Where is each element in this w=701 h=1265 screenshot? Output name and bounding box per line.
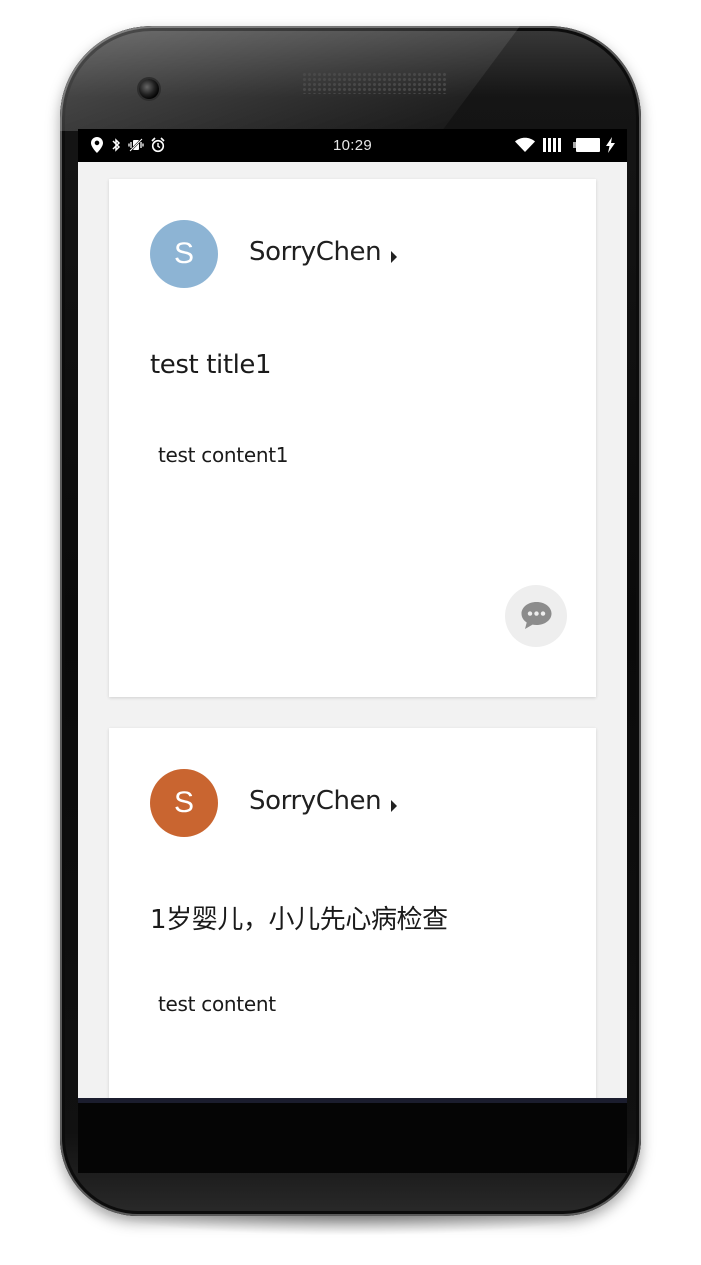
comment-button[interactable] — [505, 585, 567, 647]
post-content: test content1 — [158, 443, 289, 467]
post-card[interactable]: S SorryChen 1岁婴儿，小儿先心病检查 test content — [109, 728, 596, 1103]
front-camera — [139, 79, 159, 99]
wifi-icon — [515, 137, 535, 152]
signal-icon — [543, 138, 561, 152]
caret-right-icon[interactable] — [391, 251, 397, 263]
author-avatar[interactable]: S — [150, 220, 218, 288]
charging-icon — [606, 137, 615, 153]
post-content: test content — [158, 992, 276, 1016]
author-name[interactable]: SorryChen — [249, 786, 382, 816]
author-name[interactable]: SorryChen — [249, 237, 382, 267]
battery-icon — [573, 138, 600, 152]
comment-icon — [521, 602, 552, 629]
post-card[interactable]: S SorryChen test title1 test content1 — [109, 179, 596, 697]
phone-glare — [60, 26, 520, 131]
author-avatar[interactable]: S — [150, 769, 218, 837]
post-title: test title1 — [150, 350, 272, 380]
earpiece-speaker — [302, 72, 448, 94]
post-title: 1岁婴儿，小儿先心病检查 — [150, 905, 448, 935]
caret-right-icon[interactable] — [391, 800, 397, 812]
phone-chin — [78, 1103, 627, 1173]
status-bar: 10:29 — [78, 129, 627, 162]
phone-screen: 10:29 S SorryChen test title1 test conte… — [78, 129, 627, 1103]
